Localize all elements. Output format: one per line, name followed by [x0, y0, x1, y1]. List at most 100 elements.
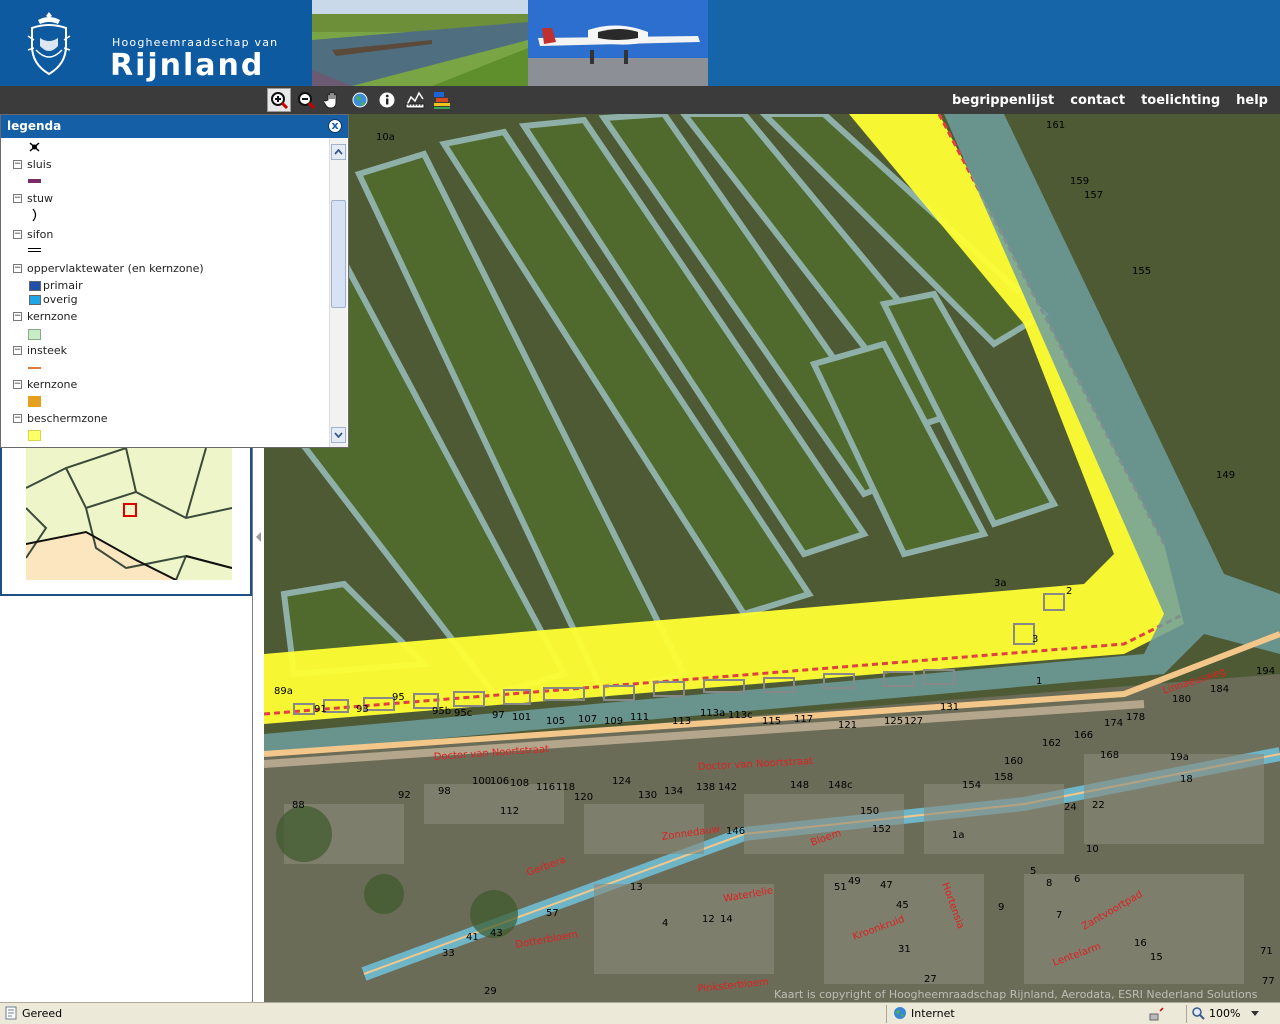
- scroll-down-button[interactable]: [331, 427, 346, 443]
- collapse-toggle-icon[interactable]: −: [13, 230, 22, 239]
- map-label: 107: [578, 714, 597, 725]
- collapse-toggle-icon[interactable]: −: [13, 414, 22, 423]
- map-label: 194: [1256, 666, 1275, 677]
- collapse-toggle-icon[interactable]: −: [13, 380, 22, 389]
- nav-contact[interactable]: contact: [1070, 93, 1125, 108]
- map-label: 148: [790, 780, 809, 791]
- header-photo-plane: [528, 0, 708, 86]
- map-label: 9: [998, 902, 1004, 913]
- map-label: 98: [438, 786, 451, 797]
- map-label: 2: [1066, 586, 1072, 597]
- nav-help[interactable]: help: [1236, 93, 1268, 108]
- nav-begrippenlijst[interactable]: begrippenlijst: [952, 93, 1054, 108]
- scroll-up-button[interactable]: [331, 144, 346, 160]
- layers-icon: [434, 92, 450, 109]
- collapse-toggle-icon[interactable]: −: [13, 194, 22, 203]
- info-tool[interactable]: [375, 88, 399, 112]
- zoom-control[interactable]: 100%: [1186, 1005, 1280, 1023]
- map-label: 101: [512, 712, 531, 723]
- pan-tool[interactable]: [321, 88, 345, 112]
- map-label: 22: [1092, 800, 1105, 811]
- map-label: 8: [1046, 878, 1052, 889]
- measure-icon: [405, 91, 425, 109]
- legend-titlebar[interactable]: legenda x: [1, 115, 348, 138]
- map-label: 138: [696, 782, 715, 793]
- legend-item-kernzone-2[interactable]: − kernzone: [13, 378, 77, 391]
- map-label: 3a: [994, 578, 1007, 589]
- map-label: 131: [940, 702, 959, 713]
- map-label: 160: [1004, 756, 1023, 767]
- collapse-arrow-icon[interactable]: [256, 532, 261, 542]
- legend-title: legenda: [7, 119, 62, 133]
- info-icon: [379, 92, 395, 108]
- map-canvas: 10a 161 159 157 155 149 3a 2 3 1 89a 91 …: [264, 114, 1280, 1002]
- nav-toelichting[interactable]: toelichting: [1141, 93, 1220, 108]
- map-label: 116: [536, 782, 555, 793]
- measure-tool[interactable]: [403, 88, 427, 112]
- kernzone-orange-swatch: [28, 396, 41, 407]
- zoom-in-icon: [271, 92, 288, 109]
- map-label: 89a: [274, 686, 293, 697]
- legend-item-insteek[interactable]: − insteek: [13, 344, 67, 357]
- chevron-down-icon[interactable]: [1251, 1011, 1259, 1017]
- legend-item-kernzone[interactable]: − kernzone: [13, 310, 77, 323]
- map-label: 45: [896, 900, 909, 911]
- zoom-level: 100%: [1209, 1007, 1241, 1020]
- map-label: 178: [1126, 712, 1145, 723]
- map-label: 10a: [376, 132, 395, 143]
- map-label: 115: [762, 716, 781, 727]
- map-label: 43: [490, 928, 503, 939]
- protected-mode-icon[interactable]: [1148, 1007, 1164, 1021]
- legend-item-beschermzone[interactable]: − beschermzone: [13, 412, 108, 425]
- map-label: 150: [860, 806, 879, 817]
- map-label: 117: [794, 714, 813, 725]
- map-label: 33: [442, 948, 455, 959]
- map-label: 91: [314, 704, 327, 715]
- map-label: 112: [500, 806, 519, 817]
- aerial-map[interactable]: 10a 161 159 157 155 149 3a 2 3 1 89a 91 …: [264, 114, 1280, 1002]
- stuw-symbol-icon: [32, 208, 37, 222]
- collapse-toggle-icon[interactable]: −: [13, 312, 22, 321]
- security-zone: Internet: [886, 1005, 1136, 1023]
- layers-tool[interactable]: [430, 88, 454, 112]
- legend-close-button[interactable]: x: [328, 119, 342, 133]
- full-extent-tool[interactable]: [348, 88, 372, 112]
- map-label: 125: [884, 716, 903, 727]
- page-icon: [5, 1006, 17, 1020]
- pan-icon: [324, 92, 337, 109]
- legend-item-oppervlaktewater[interactable]: − oppervlaktewater (en kernzone): [13, 262, 204, 275]
- sluis-symbol-icon: [28, 179, 41, 183]
- map-label: 148c: [828, 780, 853, 791]
- map-label: 161: [1046, 120, 1065, 131]
- zoom-out-tool[interactable]: [294, 88, 318, 112]
- map-label: 95c: [454, 708, 472, 719]
- collapse-toggle-icon[interactable]: −: [13, 346, 22, 355]
- legend-item-stuw[interactable]: − stuw: [13, 192, 53, 205]
- map-label: 12: [702, 914, 715, 925]
- map-label: 24: [1064, 802, 1077, 813]
- top-nav: begrippenlijst contact toelichting help: [952, 86, 1268, 114]
- map-label: 10: [1086, 844, 1099, 855]
- map-label: 71: [1260, 946, 1273, 957]
- map-label: 95b: [432, 706, 451, 717]
- overview-map[interactable]: [0, 448, 252, 596]
- legend-subitem-primair: primair: [29, 279, 83, 292]
- map-label: 27: [924, 974, 937, 985]
- legend-scrollbar[interactable]: [329, 138, 347, 447]
- map-label: 57: [546, 908, 559, 919]
- collapse-toggle-icon[interactable]: −: [13, 160, 22, 169]
- map-label: 121: [838, 720, 857, 731]
- map-label: 166: [1074, 730, 1093, 741]
- zoom-in-tool[interactable]: [267, 88, 291, 112]
- internet-globe-icon: [894, 1007, 906, 1019]
- browser-window: Hoogheemraadschap van Rijnland begrippen…: [0, 0, 1280, 1024]
- chevron-up-icon: [334, 149, 343, 155]
- map-label: 31: [898, 944, 911, 955]
- scroll-thumb[interactable]: [331, 200, 346, 308]
- collapse-toggle-icon[interactable]: −: [13, 264, 22, 273]
- legend-item-sluis[interactable]: − sluis: [13, 158, 52, 171]
- map-label: 105: [546, 716, 565, 727]
- map-label: 184: [1210, 684, 1229, 695]
- legend-item-sifon[interactable]: − sifon: [13, 228, 53, 241]
- status-text: Gereed: [22, 1007, 63, 1020]
